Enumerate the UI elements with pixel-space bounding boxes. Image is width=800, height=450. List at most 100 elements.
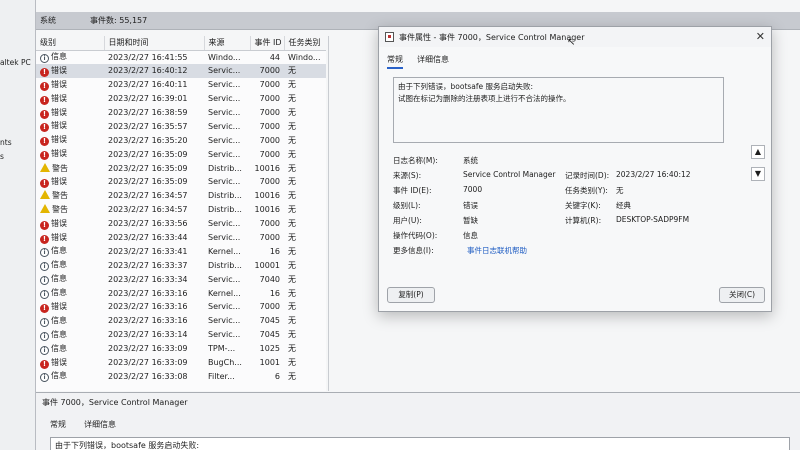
- table-row[interactable]: ! 错误 2023/2/27 16:35:20 Servic... 7000 无: [36, 133, 326, 147]
- cell-datetime: 2023/2/27 16:39:01: [108, 94, 188, 104]
- nav-item-computer[interactable]: altek PC: [0, 58, 31, 67]
- table-row[interactable]: ! 错误 2023/2/27 16:40:12 Servic... 7000 无: [36, 63, 326, 78]
- table-row[interactable]: ! 错误 2023/2/27 16:33:16 Servic... 7000 无: [36, 300, 326, 314]
- cell-task: 无: [288, 344, 296, 354]
- table-row[interactable]: ! 错误 2023/2/27 16:35:09 Servic... 7000 无: [36, 175, 326, 189]
- cell-datetime: 2023/2/27 16:33:09: [108, 358, 188, 368]
- description-line-2: 试图在标记为删除的注册表项上进行不合法的操作。: [398, 94, 571, 103]
- table-row[interactable]: ! 错误 2023/2/27 16:35:09 Servic... 7000 无: [36, 147, 326, 161]
- error-icon: !: [40, 303, 49, 313]
- logged-value: 2023/2/27 16:40:12: [616, 170, 691, 179]
- col-header-task[interactable]: 任务类别: [284, 36, 326, 51]
- table-row[interactable]: i 信息 2023/2/27 16:33:14 Servic... 7045 无: [36, 328, 326, 342]
- level-text: 错误: [51, 301, 67, 311]
- cell-event-id: 7000: [259, 177, 280, 187]
- cell-event-id: 16: [269, 246, 280, 256]
- table-row[interactable]: ! 错误 2023/2/27 16:39:01 Servic... 7000 无: [36, 92, 326, 106]
- table-row[interactable]: i 信息 2023/2/27 16:33:16 Servic... 7045 无: [36, 314, 326, 328]
- tab-general[interactable]: 常规: [50, 419, 66, 430]
- cell-event-id: 7000: [259, 108, 280, 117]
- table-row[interactable]: i 信息 2023/2/27 16:33:37 Distrib... 10001 无: [36, 258, 326, 272]
- table-row[interactable]: i 信息 2023/2/27 16:33:16 Kernel... 16 无: [36, 286, 326, 300]
- table-row[interactable]: i 信息 2023/2/27 16:33:09 TPM-... 1025 无: [36, 342, 326, 356]
- keywords-label: 关键字(K):: [565, 201, 601, 210]
- cell-event-id: 7000: [259, 149, 280, 159]
- cell-datetime: 2023/2/27 16:33:16: [108, 288, 188, 298]
- nav-item-events[interactable]: nts: [0, 138, 12, 147]
- close-icon[interactable]: ✕: [756, 30, 765, 43]
- table-row[interactable]: 警告 2023/2/27 16:35:09 Distrib... 10016 无: [36, 161, 326, 175]
- cell-level: i 信息: [36, 50, 104, 64]
- cell-task: 无: [288, 80, 296, 90]
- table-row[interactable]: i 信息 2023/2/27 16:33:08 Filter... 6 无: [36, 369, 326, 383]
- table-row[interactable]: i 信息 2023/2/27 16:33:41 Kernel... 16 无: [36, 244, 326, 258]
- online-help-link[interactable]: 事件日志联机帮助: [467, 245, 527, 256]
- cell-source: Distrib...: [208, 260, 242, 270]
- level-text: 错误: [51, 93, 67, 103]
- opcode-value: 信息: [463, 231, 478, 240]
- info-icon: i: [40, 248, 49, 258]
- info-icon: i: [40, 262, 49, 272]
- table-row[interactable]: ! 错误 2023/2/27 16:38:59 Servic... 7000 无: [36, 106, 326, 120]
- table-row[interactable]: ! 错误 2023/2/27 16:33:56 Servic... 7000 无: [36, 217, 326, 231]
- col-header-event-id[interactable]: 事件 ID: [250, 36, 285, 51]
- col-header-datetime[interactable]: 日期和时间: [104, 36, 205, 51]
- table-row[interactable]: ! 错误 2023/2/27 16:35:57 Servic... 7000 无: [36, 119, 326, 133]
- cell-level: ! 错误: [36, 217, 104, 231]
- copy-button[interactable]: 复制(P): [387, 287, 435, 303]
- cell-level: i 信息: [36, 244, 104, 258]
- cell-task: 无: [288, 274, 296, 284]
- level-text: 信息: [51, 329, 67, 339]
- previous-event-button[interactable]: ▲: [751, 145, 765, 159]
- cell-event-id: 7045: [259, 330, 280, 340]
- event-log-icon: [385, 32, 394, 42]
- cell-source: Kernel...: [208, 246, 241, 256]
- table-row[interactable]: i 信息 2023/2/27 16:41:55 Windo... 44 Windo...: [36, 50, 326, 64]
- error-icon: !: [40, 220, 49, 230]
- event-list: 级别 日期和时间 来源 事件 ID 任务类别 i 信息 2023/2/27 16:4…: [36, 36, 326, 391]
- source-label: 来源(S):: [393, 171, 422, 180]
- level-text: 错误: [51, 357, 67, 367]
- col-header-source[interactable]: 来源: [204, 36, 251, 51]
- cell-source: Servic...: [208, 316, 241, 326]
- computer-label: 计算机(R):: [565, 216, 602, 225]
- table-row[interactable]: ! 错误 2023/2/27 16:33:44 Servic... 7000 无: [36, 231, 326, 245]
- table-row[interactable]: ! 错误 2023/2/27 16:33:09 BugCh... 1001 无: [36, 356, 326, 370]
- cell-datetime: 2023/2/27 16:35:57: [108, 121, 188, 131]
- cell-source: Distrib...: [208, 191, 242, 201]
- dialog-tab-general[interactable]: 常规: [387, 54, 403, 69]
- level-text: 错误: [51, 135, 67, 145]
- table-row[interactable]: 警告 2023/2/27 16:34:57 Distrib... 10016 无: [36, 189, 326, 203]
- close-button[interactable]: 关闭(C): [719, 287, 765, 303]
- level-text: 错误: [51, 149, 67, 159]
- cell-datetime: 2023/2/27 16:41:55: [108, 52, 188, 62]
- col-header-level[interactable]: 级别: [36, 36, 105, 51]
- computer-value: DESKTOP-SADP9FM: [616, 215, 690, 224]
- error-icon: !: [40, 178, 49, 188]
- keywords-value: 经典: [616, 201, 631, 210]
- info-icon: i: [40, 54, 49, 64]
- cell-source: Servic...: [208, 108, 241, 117]
- event-id-value: 7000: [463, 185, 483, 194]
- cell-event-id: 16: [269, 288, 280, 298]
- next-event-button[interactable]: ▼: [751, 167, 765, 181]
- cell-level: 警告: [36, 161, 104, 175]
- nav-item-s[interactable]: s: [0, 152, 4, 161]
- tab-details[interactable]: 详细信息: [84, 419, 116, 430]
- cell-level: 警告: [36, 189, 104, 203]
- error-icon: !: [40, 137, 49, 147]
- table-row[interactable]: 警告 2023/2/27 16:34:57 Distrib... 10016 无: [36, 203, 326, 217]
- table-row[interactable]: ! 错误 2023/2/27 16:40:11 Servic... 7000 无: [36, 78, 326, 92]
- dialog-tab-details[interactable]: 详细信息: [417, 54, 449, 69]
- cell-task: 无: [288, 205, 296, 215]
- detail-pane: 事件 7000，Service Control Manager 常规 详细信息 …: [36, 392, 800, 450]
- cell-event-id: 6: [274, 371, 280, 381]
- cell-event-id: 10001: [254, 260, 280, 270]
- dialog-title: 事件属性 - 事件 7000，Service Control Manager: [399, 32, 585, 42]
- cell-datetime: 2023/2/27 16:33:16: [108, 302, 188, 312]
- cell-level: i 信息: [36, 314, 104, 328]
- table-row[interactable]: i 信息 2023/2/27 16:33:34 Servic... 7040 无: [36, 272, 326, 286]
- cell-event-id: 1025: [259, 344, 280, 354]
- logged-label: 记录时间(D):: [565, 171, 610, 180]
- cell-event-id: 7000: [259, 219, 280, 229]
